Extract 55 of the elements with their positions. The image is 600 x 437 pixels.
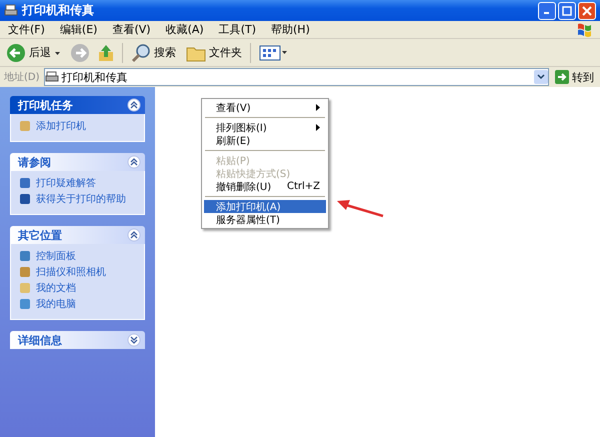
task-link[interactable]: 扫描仪和照相机: [19, 265, 136, 279]
close-icon: [582, 6, 592, 16]
menu-item[interactable]: 编辑(E): [60, 22, 98, 37]
windows-logo-icon: [576, 22, 594, 38]
pointer-arrow: [336, 198, 384, 218]
task-link[interactable]: 打印疑难解答: [19, 176, 136, 190]
item-icon: [19, 120, 31, 132]
collapse-icon[interactable]: [127, 98, 141, 112]
printer-icon: [44, 70, 59, 84]
address-field[interactable]: 打印机和传真: [44, 68, 549, 86]
panel-header[interactable]: 其它位置: [10, 226, 145, 244]
views-icon: [259, 44, 289, 62]
address-label: 地址(D): [4, 70, 40, 84]
maximize-button[interactable]: [558, 2, 576, 20]
item-icon: [19, 177, 31, 189]
up-folder-icon[interactable]: [96, 42, 116, 62]
menu-item[interactable]: 服务器属性(T): [204, 213, 326, 226]
panel-header[interactable]: 请参阅: [10, 153, 145, 171]
window-title: 打印机和传真: [22, 2, 94, 19]
expand-icon[interactable]: [127, 333, 141, 347]
menu-item[interactable]: 查看(V): [112, 22, 151, 37]
folders-button[interactable]: 文件夹: [184, 42, 244, 62]
item-icon: [19, 250, 31, 262]
menu-item[interactable]: 排列图标(I): [204, 121, 326, 134]
task-link[interactable]: 控制面板: [19, 249, 136, 263]
task-link[interactable]: 我的电脑: [19, 297, 136, 311]
go-arrow-icon: [555, 70, 569, 84]
collapse-icon[interactable]: [127, 228, 141, 242]
panel-header[interactable]: 打印机任务: [10, 96, 145, 114]
search-button[interactable]: 搜索: [129, 42, 178, 64]
maximize-icon: [562, 6, 572, 16]
menu-item[interactable]: 查看(V): [204, 101, 326, 114]
menu-item[interactable]: 收藏(A): [166, 22, 204, 37]
menu-item[interactable]: 添加打印机(A): [204, 200, 326, 213]
item-icon: [19, 282, 31, 294]
printer-icon: [4, 4, 18, 18]
caret-icon: [54, 50, 62, 56]
close-button[interactable]: [578, 2, 596, 20]
menu-item[interactable]: 文件(F): [8, 22, 45, 37]
menu-item[interactable]: 刷新(E): [204, 134, 326, 147]
search-icon: [131, 42, 151, 62]
task-link[interactable]: 获得关于打印的帮助: [19, 192, 136, 206]
menu-item[interactable]: 工具(T): [218, 22, 256, 37]
menu-item[interactable]: 撤销删除(U) Ctrl+Z: [204, 180, 326, 193]
dropdown-icon[interactable]: [534, 70, 548, 84]
back-button[interactable]: 后退: [4, 42, 64, 64]
minimize-button[interactable]: [538, 2, 556, 20]
collapse-icon[interactable]: [127, 155, 141, 169]
item-icon: [19, 266, 31, 278]
item-icon: [19, 193, 31, 205]
task-link[interactable]: 我的文档: [19, 281, 136, 295]
item-icon: [19, 298, 31, 310]
go-button[interactable]: 转到: [553, 70, 596, 84]
panel-header[interactable]: 详细信息: [10, 331, 145, 349]
menu-item[interactable]: 帮助(H): [271, 22, 310, 37]
